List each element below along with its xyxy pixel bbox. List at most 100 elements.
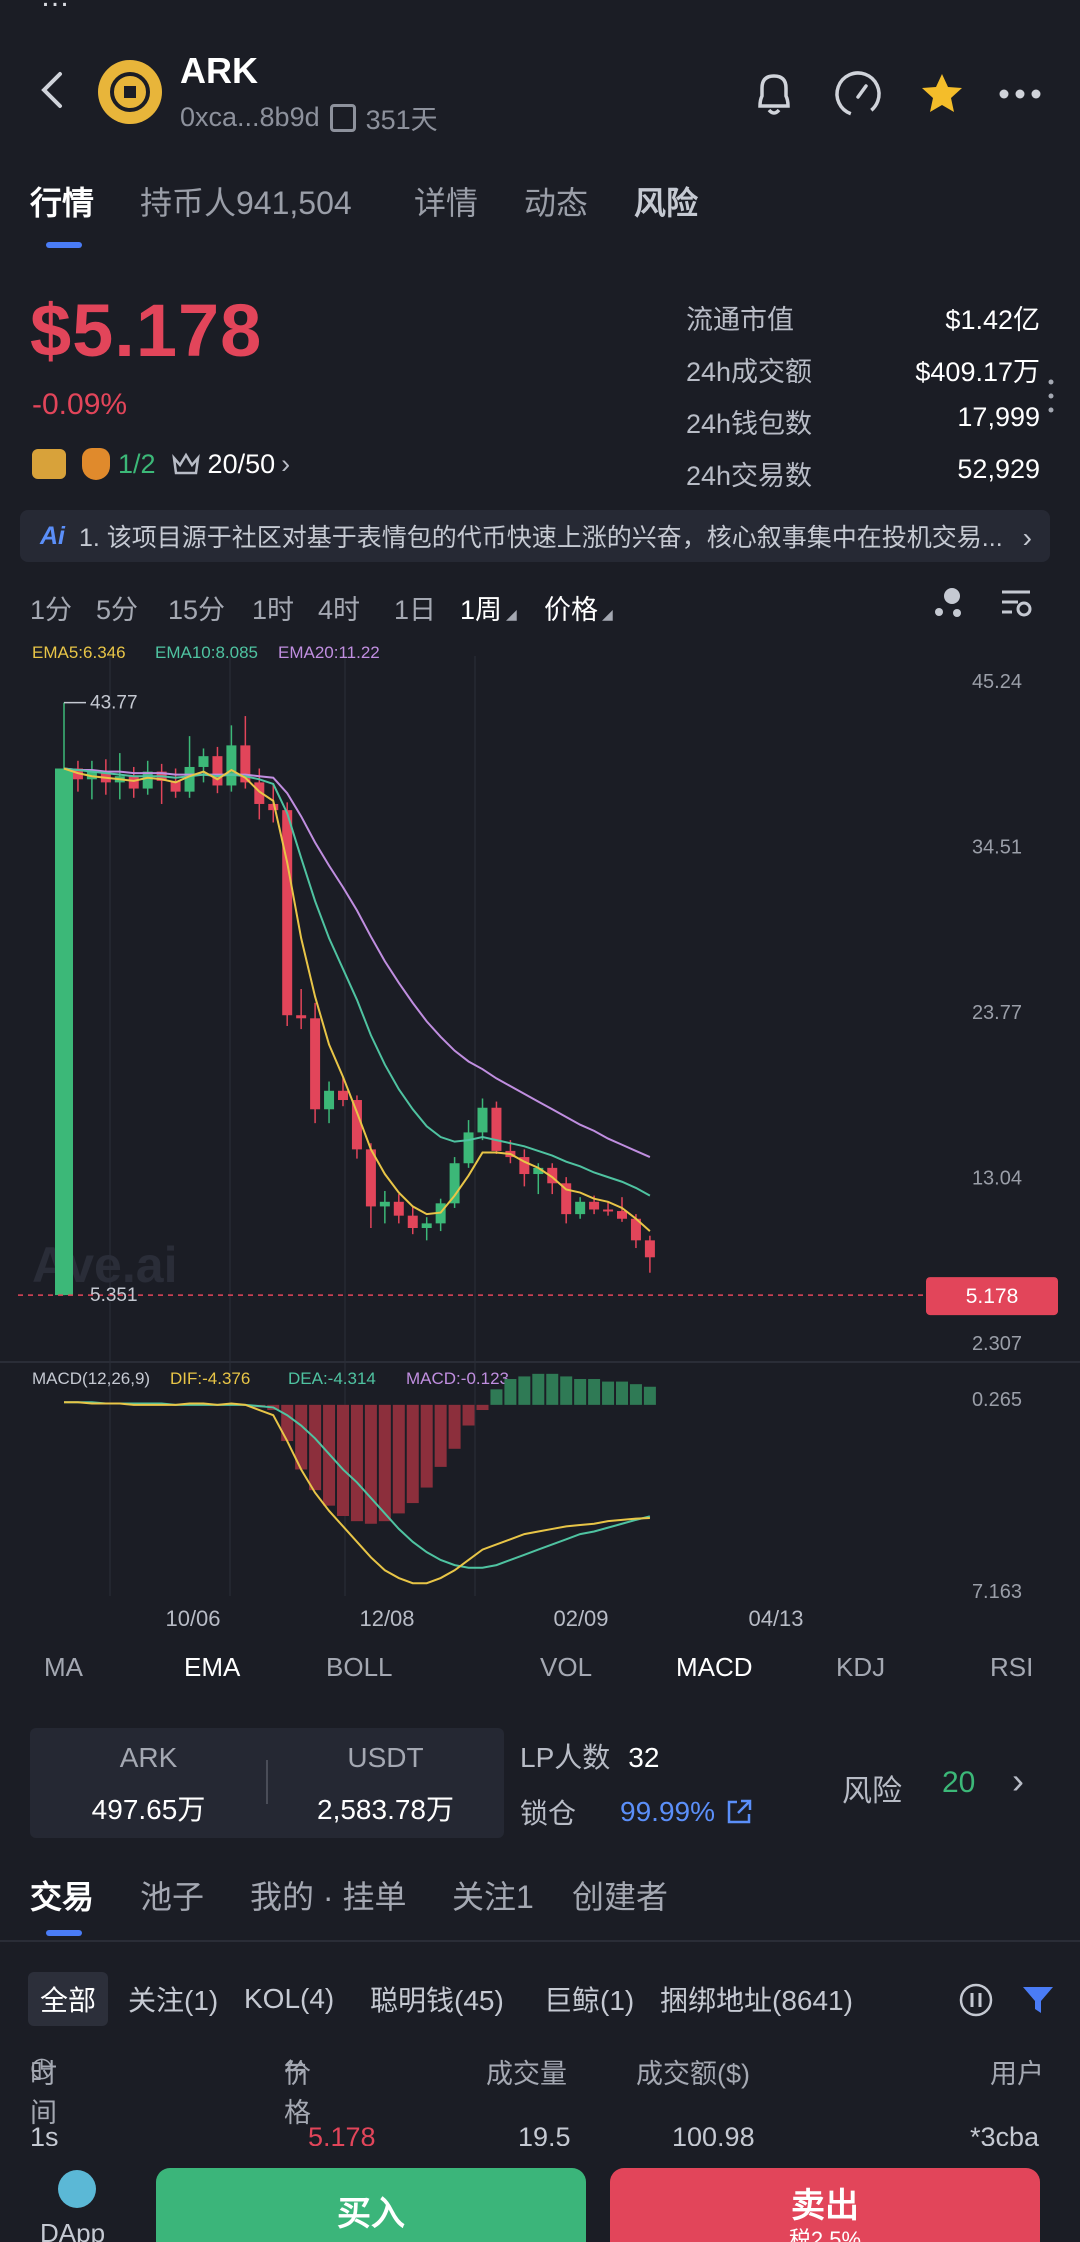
tab-risk[interactable]: 风险 <box>634 178 698 224</box>
ind-ema[interactable]: EMA <box>184 1652 240 1683</box>
indicator-tabs: MA EMA BOLL VOL MACD KDJ RSI <box>0 1652 1080 1696</box>
ema-legend-2: EMA20:11.22 <box>278 643 380 662</box>
dapp-icon[interactable] <box>58 2170 96 2208</box>
side-more-icon[interactable] <box>1048 378 1054 414</box>
ind-macd[interactable]: MACD <box>676 1652 753 1683</box>
candle <box>617 1211 627 1219</box>
trades-table-header: 时间 ◷ 价格 ⇋ 成交量 成交额($) 用户 <box>0 2052 1080 2128</box>
tab-watching[interactable]: 关注1 <box>452 1872 534 1918</box>
macd-legend-1: DIF:-4.376 <box>170 1369 250 1388</box>
candle <box>338 1090 348 1101</box>
token-stats: 流通市值 $1.42亿 24h成交额 $409.17万 24h钱包数 17,999 2… <box>686 298 1040 506</box>
back-icon[interactable] <box>34 70 74 110</box>
macd-y-tick-label: 0.265 <box>972 1389 1022 1411</box>
star-icon[interactable] <box>914 66 970 122</box>
ind-ma[interactable]: MA <box>44 1652 83 1683</box>
risk-score[interactable]: 20 <box>942 1766 975 1800</box>
external-link-icon[interactable] <box>725 1798 753 1826</box>
tf-15m[interactable]: 15分 <box>168 588 225 627</box>
filter-kol[interactable]: KOL(4) <box>244 1972 334 2026</box>
chevron-right-icon[interactable]: › <box>1012 1760 1024 1802</box>
pool-reserves-card: ARK 497.65万 USDT 2,583.78万 <box>30 1728 504 1838</box>
drawing-tool-icon[interactable] <box>930 584 966 625</box>
sell-button[interactable]: 卖出 税2.5% <box>610 2168 1040 2242</box>
col-time[interactable]: 时间 ◷ <box>30 2052 57 2128</box>
col-price[interactable]: 价格 ⇋ <box>284 2052 311 2128</box>
candle <box>324 1090 335 1110</box>
candle <box>491 1107 502 1151</box>
tab-trades[interactable]: 交易 <box>30 1872 94 1918</box>
macd-legend-3: MACD:-0.123 <box>406 1369 509 1388</box>
chevron-right-icon[interactable]: › <box>281 449 290 480</box>
candle <box>379 1201 390 1207</box>
more-icon[interactable] <box>992 66 1048 122</box>
macd-bar <box>309 1404 322 1491</box>
ind-kdj[interactable]: KDJ <box>836 1652 885 1683</box>
buy-button[interactable]: 买入 <box>156 2168 586 2242</box>
bell-icon[interactable] <box>746 66 802 122</box>
gauge-icon[interactable] <box>830 66 886 122</box>
low-label: 5.351 <box>90 1285 138 1306</box>
lock-info[interactable]: 锁仓 99.99% <box>520 1792 753 1832</box>
lp-holders: LP人数 32 <box>520 1742 660 1773</box>
crown-icon <box>171 452 200 476</box>
badge-rank[interactable]: 20/50 <box>208 449 276 480</box>
macd-bar <box>546 1373 559 1405</box>
macd-bar <box>588 1379 601 1405</box>
active-tab-indicator <box>46 1930 82 1936</box>
token-logo <box>98 60 162 124</box>
tab-my-orders[interactable]: 我的 · 挂单 <box>250 1872 406 1918</box>
filter-all[interactable]: 全部 <box>28 1972 109 2026</box>
tf-1d[interactable]: 1日 <box>394 588 436 627</box>
tab-details[interactable]: 详情 <box>414 178 478 224</box>
filter-bundled[interactable]: 捆绑地址(8641) <box>660 1972 853 2026</box>
tf-1w[interactable]: 1周 ◢ <box>460 588 517 627</box>
tab-activity[interactable]: 动态 <box>524 178 588 224</box>
x-tick-label: 10/06 <box>165 1606 220 1631</box>
price-mode-select[interactable]: 价格 ◢ <box>544 588 613 627</box>
filter-icon[interactable] <box>1020 1982 1056 2018</box>
ind-boll[interactable]: BOLL <box>326 1652 393 1683</box>
risk-label[interactable]: 风险 <box>842 1766 902 1810</box>
macd-bar <box>490 1389 503 1405</box>
candle <box>226 745 237 786</box>
macd-bar <box>364 1404 377 1524</box>
x-tick-label: 02/09 <box>553 1606 608 1631</box>
tf-1m[interactable]: 1分 <box>30 588 72 627</box>
tab-pools[interactable]: 池子 <box>140 1872 204 1918</box>
candle <box>142 771 153 789</box>
macd-bar <box>476 1404 489 1411</box>
copy-icon[interactable] <box>329 103 356 132</box>
tf-5m[interactable]: 5分 <box>96 588 138 627</box>
candle <box>365 1149 376 1207</box>
tf-4h[interactable]: 4时 <box>318 588 360 627</box>
trade-filters: 全部 关注(1) KOL(4) 聪明钱(45) 巨鲸(1) 捆绑地址(8641) <box>0 1972 1080 2028</box>
ai-summary-bar[interactable]: Ai 1. 该项目源于社区对基于表情包的代币快速上涨的兴奋，核心叙事集中在投机交… <box>20 510 1050 562</box>
divider <box>0 1940 1080 1942</box>
timeframe-selector: 1分 5分 15分 1时 4时 1日 1周 ◢ 价格 ◢ <box>0 580 1080 630</box>
filter-whale[interactable]: 巨鲸(1) <box>544 1972 634 2026</box>
price-chart[interactable]: EMA5:6.346 EMA10:8.085 EMA20:11.22 45.24 34.… <box>0 636 1080 1636</box>
tab-holders[interactable]: 持币人941,504 <box>140 178 352 224</box>
dapp-label[interactable]: DApp <box>40 2218 105 2242</box>
ind-vol[interactable]: VOL <box>540 1652 592 1683</box>
filter-following[interactable]: 关注(1) <box>128 1972 218 2026</box>
filter-smart-money[interactable]: 聪明钱(45) <box>370 1972 504 2026</box>
macd-bar <box>616 1381 628 1405</box>
table-row[interactable]: 1s 5.178 19.5 100.98 *3cba <box>0 2122 1080 2146</box>
tab-market[interactable]: 行情 <box>30 178 94 224</box>
badge-ratio: 1/2 <box>118 448 156 479</box>
tab-creator[interactable]: 创建者 <box>572 1872 668 1918</box>
tf-1h[interactable]: 1时 <box>252 588 294 627</box>
money-bag-icon <box>82 448 110 480</box>
col-amount: 成交额($) <box>636 2059 750 2089</box>
trade-tabs: 交易 池子 我的 · 挂单 关注1 创建者 <box>0 1864 1080 1944</box>
macd-bar <box>420 1404 433 1488</box>
candle <box>393 1201 404 1216</box>
ind-rsi[interactable]: RSI <box>990 1652 1033 1683</box>
stat-market-cap: 流通市值 $1.42亿 <box>686 305 1040 335</box>
candle <box>561 1183 572 1215</box>
chart-settings-icon[interactable] <box>998 584 1034 625</box>
pause-icon[interactable] <box>958 1982 994 2018</box>
y-tick-label: 23.77 <box>972 1002 1022 1024</box>
